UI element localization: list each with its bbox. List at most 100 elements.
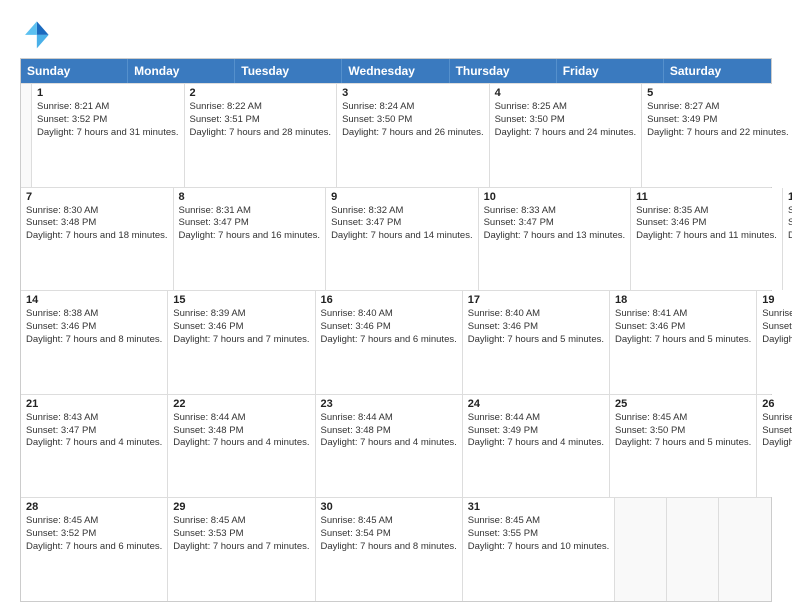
day-number: 29 (173, 501, 309, 513)
cell-info-line: Sunrise: 8:22 AM (190, 101, 332, 114)
cal-cell: 5Sunrise: 8:27 AMSunset: 3:49 PMDaylight… (642, 84, 792, 187)
cal-cell: 12Sunrise: 8:36 AMSunset: 3:46 PMDayligh… (783, 188, 792, 291)
cell-info-line: Sunrise: 8:25 AM (495, 101, 637, 114)
page: SundayMondayTuesdayWednesdayThursdayFrid… (0, 0, 792, 612)
cell-info-line: Daylight: 7 hours and 5 minutes. (615, 334, 751, 347)
cell-info-line: Sunset: 3:46 PM (615, 321, 751, 334)
cell-info-line: Sunrise: 8:40 AM (468, 308, 604, 321)
day-number: 15 (173, 294, 309, 306)
cell-info-line: Daylight: 7 hours and 4 minutes. (173, 437, 309, 450)
cell-info-line: Daylight: 7 hours and 7 minutes. (173, 334, 309, 347)
day-number: 9 (331, 191, 473, 203)
day-number: 1 (37, 87, 179, 99)
cell-info-line: Daylight: 7 hours and 4 minutes. (26, 437, 162, 450)
cal-cell: 22Sunrise: 8:44 AMSunset: 3:48 PMDayligh… (168, 395, 315, 498)
cell-info-line: Sunset: 3:46 PM (468, 321, 604, 334)
day-number: 12 (788, 191, 792, 203)
cell-info-line: Sunrise: 8:44 AM (468, 412, 604, 425)
week-row-5: 28Sunrise: 8:45 AMSunset: 3:52 PMDayligh… (21, 497, 771, 601)
day-number: 7 (26, 191, 168, 203)
header-day-thursday: Thursday (450, 59, 557, 83)
cell-info-line: Daylight: 7 hours and 10 minutes. (788, 230, 792, 243)
cal-cell: 23Sunrise: 8:44 AMSunset: 3:48 PMDayligh… (316, 395, 463, 498)
cell-info-line: Sunset: 3:46 PM (173, 321, 309, 334)
cell-info-line: Daylight: 7 hours and 24 minutes. (495, 127, 637, 140)
cal-cell (719, 498, 771, 601)
cell-info-line: Daylight: 7 hours and 5 minutes. (762, 437, 792, 450)
day-number: 5 (647, 87, 789, 99)
cell-info-line: Sunrise: 8:45 AM (321, 515, 457, 528)
cal-cell: 2Sunrise: 8:22 AMSunset: 3:51 PMDaylight… (185, 84, 338, 187)
week-row-2: 7 Sunrise: 8:30 AMSunset: 3:48 PM Daylight… (21, 187, 771, 291)
cal-cell: 29 Sunrise: 8:45 AMSunset: 3:53 PMDayligh… (168, 498, 315, 601)
cell-info-line: Daylight: 7 hours and 4 minutes. (468, 437, 604, 450)
cal-cell: 28Sunrise: 8:45 AMSunset: 3:52 PMDayligh… (21, 498, 168, 601)
cell-info-line: Sunset: 3:55 PM (468, 528, 610, 541)
cal-cell: 4 Sunrise: 8:25 AMSunset: 3:50 PMDaylight… (490, 84, 643, 187)
cell-info-line: Sunset: 3:50 PM (615, 425, 751, 438)
day-number: 31 (468, 501, 610, 513)
day-number: 10 (484, 191, 626, 203)
cell-info-line: Daylight: 7 hours and 4 minutes. (762, 334, 792, 347)
day-number: 8 (179, 191, 321, 203)
cell-info-line: Sunrise: 8:45 AM (26, 515, 162, 528)
cell-info-line: Sunrise: 8:41 AM (615, 308, 751, 321)
cal-cell: 11Sunrise: 8:35 AMSunset: 3:46 PMDayligh… (631, 188, 783, 291)
cal-cell: 16Sunrise: 8:40 AMSunset: 3:46 PMDayligh… (316, 291, 463, 394)
cell-info-line: Sunset: 3:47 PM (762, 321, 792, 334)
cal-cell (615, 498, 667, 601)
day-number: 28 (26, 501, 162, 513)
cal-cell: 1Sunrise: 8:21 AMSunset: 3:52 PMDaylight… (32, 84, 185, 187)
day-number: 30 (321, 501, 457, 513)
cell-info-line: Daylight: 7 hours and 16 minutes. (179, 230, 321, 243)
cell-info-line: Sunrise: 8:45 AM (173, 515, 309, 528)
cell-info-line: Sunset: 3:53 PM (173, 528, 309, 541)
cell-info-line: Sunset: 3:52 PM (26, 528, 162, 541)
cell-info-line: Sunrise: 8:39 AM (173, 308, 309, 321)
cal-cell: 19 Sunrise: 8:42 AMSunset: 3:47 PMDayligh… (757, 291, 792, 394)
cell-info-line: Sunrise: 8:35 AM (636, 205, 777, 218)
cell-info-line: Daylight: 7 hours and 26 minutes. (342, 127, 484, 140)
cell-info-line: Sunrise: 8:40 AM (321, 308, 457, 321)
cell-info-line: Sunset: 3:47 PM (179, 217, 321, 230)
cell-info-line: Sunrise: 8:42 AM (762, 308, 792, 321)
cell-info-line: Sunset: 3:51 PM (762, 425, 792, 438)
cell-info-line: Daylight: 7 hours and 14 minutes. (331, 230, 473, 243)
cell-info-line: Sunrise: 8:21 AM (37, 101, 179, 114)
calendar-body: 1Sunrise: 8:21 AMSunset: 3:52 PMDaylight… (21, 83, 771, 601)
day-number: 4 (495, 87, 637, 99)
header-day-friday: Friday (557, 59, 664, 83)
cell-info-line: Sunrise: 8:30 AM (26, 205, 168, 218)
week-row-3: 14Sunrise: 8:38 AMSunset: 3:46 PMDayligh… (21, 290, 771, 394)
day-number: 18 (615, 294, 751, 306)
cell-info-line: Sunrise: 8:32 AM (331, 205, 473, 218)
header-day-wednesday: Wednesday (342, 59, 449, 83)
cell-info-line: Sunset: 3:50 PM (342, 114, 484, 127)
cell-info-line: Sunset: 3:50 PM (495, 114, 637, 127)
week-row-4: 21Sunrise: 8:43 AMSunset: 3:47 PMDayligh… (21, 394, 771, 498)
calendar: SundayMondayTuesdayWednesdayThursdayFrid… (20, 58, 772, 602)
cal-cell: 18 Sunrise: 8:41 AMSunset: 3:46 PMDayligh… (610, 291, 757, 394)
cal-cell: 9Sunrise: 8:32 AMSunset: 3:47 PMDaylight… (326, 188, 479, 291)
cell-info-line: Sunrise: 8:31 AM (179, 205, 321, 218)
cell-info-line: Daylight: 7 hours and 5 minutes. (468, 334, 604, 347)
cell-info-line: Sunset: 3:52 PM (37, 114, 179, 127)
header-day-monday: Monday (128, 59, 235, 83)
cell-info-line: Sunset: 3:48 PM (26, 217, 168, 230)
cell-info-line: Daylight: 7 hours and 11 minutes. (636, 230, 777, 243)
cell-info-line: Daylight: 7 hours and 22 minutes. (647, 127, 789, 140)
day-number: 24 (468, 398, 604, 410)
day-number: 11 (636, 191, 777, 203)
cell-info-line: Sunset: 3:48 PM (321, 425, 457, 438)
cal-cell: 10Sunrise: 8:33 AMSunset: 3:47 PMDayligh… (479, 188, 632, 291)
day-number: 22 (173, 398, 309, 410)
cell-info-line: Sunrise: 8:45 AM (762, 412, 792, 425)
day-number: 16 (321, 294, 457, 306)
cell-info-line: Sunset: 3:49 PM (647, 114, 789, 127)
cell-info-line: Daylight: 7 hours and 10 minutes. (468, 541, 610, 554)
cell-info-line: Sunrise: 8:33 AM (484, 205, 626, 218)
day-number: 19 (762, 294, 792, 306)
day-number: 23 (321, 398, 457, 410)
logo (20, 18, 58, 50)
cell-info-line: Daylight: 7 hours and 7 minutes. (173, 541, 309, 554)
